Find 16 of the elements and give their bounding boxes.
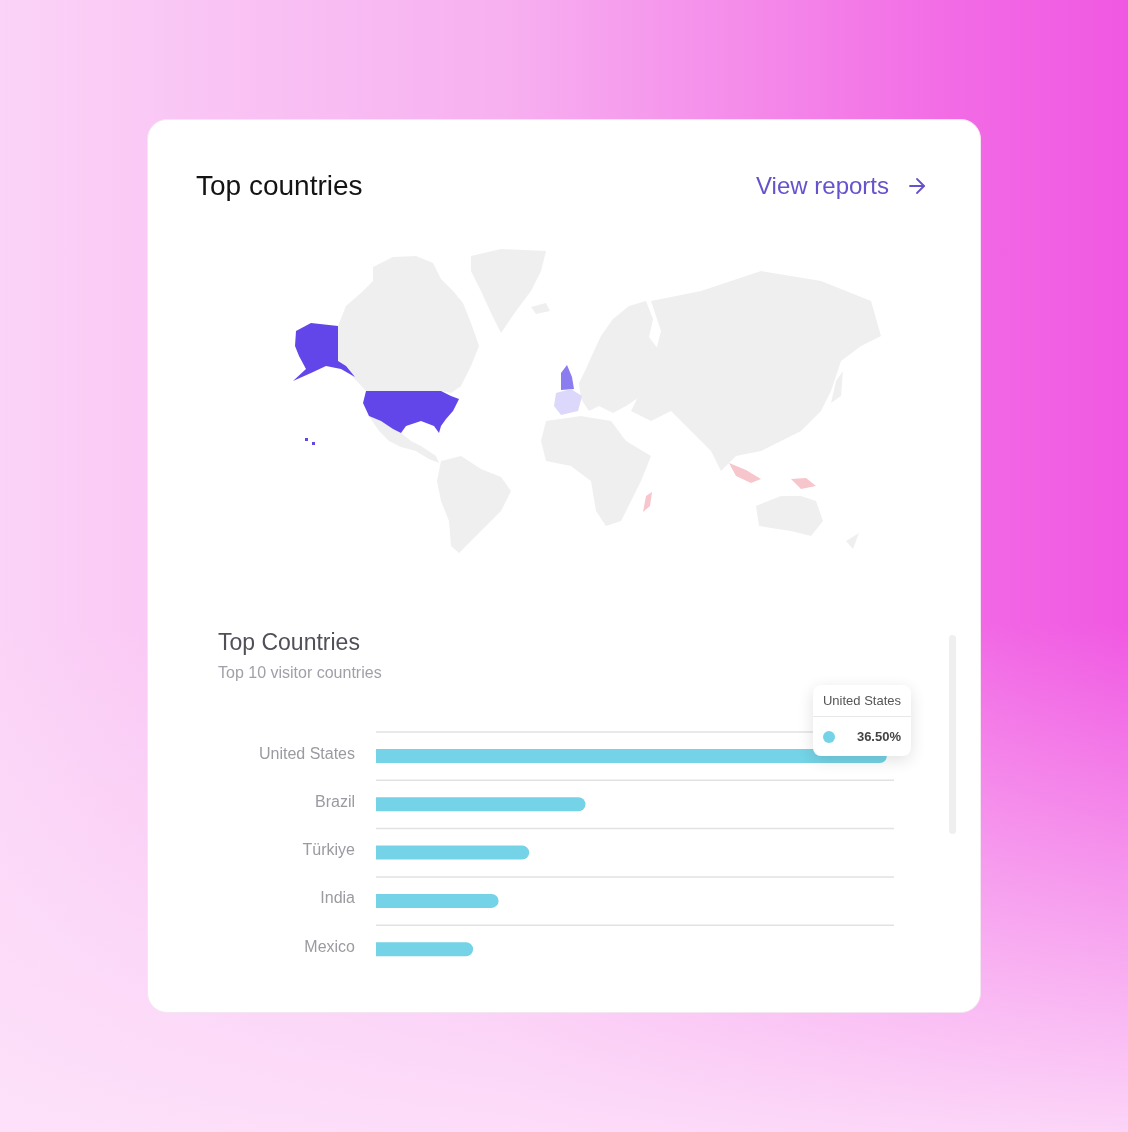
category-label: Brazil bbox=[315, 792, 355, 810]
tooltip-title: United States bbox=[813, 685, 911, 717]
category-label: India bbox=[320, 889, 355, 907]
category-label: United States bbox=[258, 744, 355, 762]
new-guinea-shape bbox=[791, 478, 816, 489]
section-subtitle: Top 10 visitor countries bbox=[218, 663, 382, 683]
mexico-shape bbox=[369, 416, 439, 463]
madagascar-shape bbox=[643, 492, 652, 512]
card-title: Top countries bbox=[196, 169, 363, 203]
united-kingdom-shape bbox=[561, 365, 574, 390]
indonesia-shape bbox=[729, 463, 761, 483]
view-reports-link[interactable]: View reports bbox=[756, 171, 929, 201]
category-label: Türkiye bbox=[302, 841, 355, 859]
section-title: Top Countries bbox=[218, 628, 360, 656]
tooltip-value: 36.50% bbox=[856, 727, 901, 746]
category-label: Mexico bbox=[304, 937, 355, 955]
